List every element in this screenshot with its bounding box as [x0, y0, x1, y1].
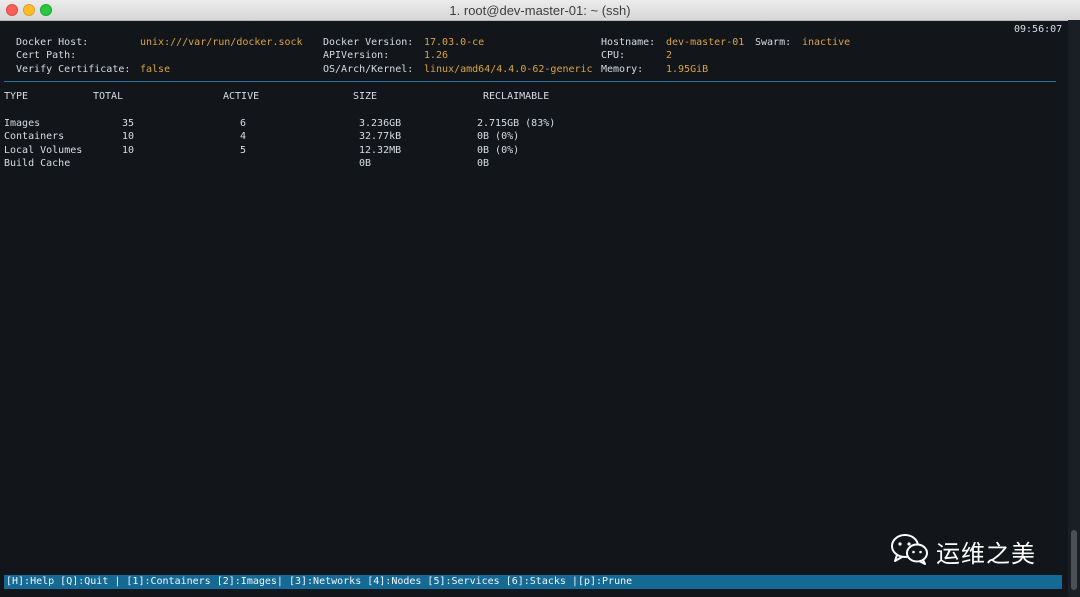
row-active: 5 — [240, 145, 247, 156]
memory-label: Memory: — [601, 64, 644, 75]
docker-version-label: Docker Version: — [323, 37, 414, 48]
cpu-value: 2 — [666, 50, 673, 61]
column-header-reclaimable: RECLAIMABLE — [483, 91, 550, 102]
column-header-total: TOTAL — [93, 91, 124, 102]
keybindings-text: [H]:Help [Q]:Quit | [1]:Containers [2]:I… — [6, 576, 633, 587]
wechat-icon — [891, 534, 928, 565]
docker-host-value: unix:///var/run/docker.sock — [140, 37, 303, 48]
scrollbar[interactable] — [1068, 20, 1080, 597]
terminal-content[interactable]: 09:56:07 Docker Host: unix:///var/run/do… — [0, 20, 1066, 597]
api-version-value: 1.26 — [424, 50, 449, 61]
row-size: 3.236GB — [359, 118, 402, 129]
row-reclaimable: 0B — [477, 158, 490, 169]
watermark: 运维之美 — [890, 530, 1060, 568]
row-reclaimable: 0B (0%) — [477, 131, 520, 142]
verify-certificate-value: false — [140, 64, 171, 75]
row-total: 35 — [122, 118, 135, 129]
row-reclaimable: 2.715GB (83%) — [477, 118, 556, 129]
row-size: 32.77kB — [359, 131, 402, 142]
swarm-label: Swarm: — [755, 37, 792, 48]
docker-version-value: 17.03.0-ce — [424, 37, 485, 48]
clock: 09:56:07 — [1014, 24, 1063, 35]
row-size: 12.32MB — [359, 145, 402, 156]
hostname-label: Hostname: — [601, 37, 656, 48]
docker-host-label: Docker Host: — [16, 37, 89, 48]
memory-value: 1.95GiB — [666, 64, 709, 75]
terminal-window: 1. root@dev-master-01: ~ (ssh) 09:56:07 … — [0, 0, 1080, 597]
watermark-text: 运维之美 — [936, 540, 1036, 568]
os-arch-kernel-label: OS/Arch/Kernel: — [323, 64, 414, 75]
row-type: Containers — [4, 131, 65, 142]
row-active: 4 — [240, 131, 247, 142]
column-header-size: SIZE — [353, 91, 378, 102]
row-active: 6 — [240, 118, 247, 129]
row-type: Build Cache — [4, 158, 71, 169]
hostname-value: dev-master-01 — [666, 37, 745, 48]
row-reclaimable: 0B (0%) — [477, 145, 520, 156]
row-type: Local Volumes — [4, 145, 83, 156]
verify-certificate-label: Verify Certificate: — [16, 64, 131, 75]
swarm-value: inactive — [802, 37, 851, 48]
row-total: 10 — [122, 145, 135, 156]
row-type: Images — [4, 118, 41, 129]
scrollbar-thumb[interactable] — [1071, 530, 1077, 590]
keybindings-bar: [H]:Help [Q]:Quit | [1]:Containers [2]:I… — [4, 575, 1062, 589]
column-header-active: ACTIVE — [223, 91, 260, 102]
window-title: 1. root@dev-master-01: ~ (ssh) — [449, 3, 631, 18]
os-arch-kernel-value: linux/amd64/4.4.0-62-generic — [424, 64, 593, 75]
cpu-label: CPU: — [601, 50, 626, 61]
cert-path-label: Cert Path: — [16, 50, 77, 61]
column-header-type: TYPE — [4, 91, 29, 102]
api-version-label: APIVersion: — [323, 50, 390, 61]
header-divider — [4, 81, 1056, 82]
row-size: 0B — [359, 158, 372, 169]
title-bar: 1. root@dev-master-01: ~ (ssh) — [0, 0, 1080, 21]
row-total: 10 — [122, 131, 135, 142]
